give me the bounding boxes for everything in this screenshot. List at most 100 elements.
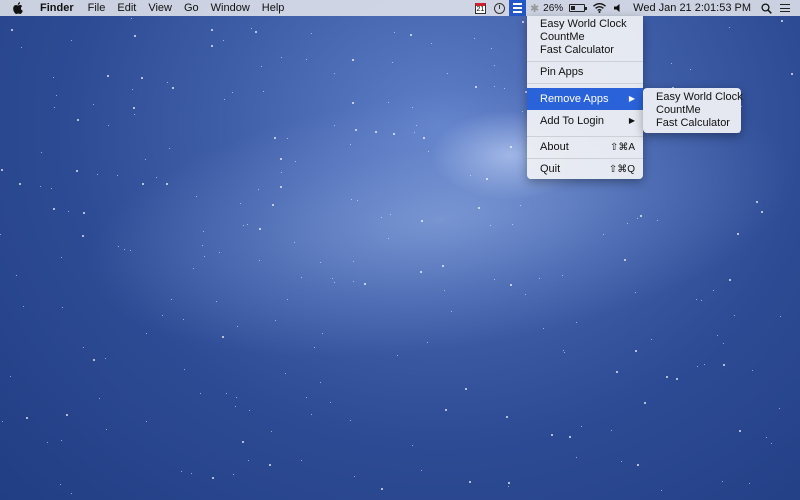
menu-file[interactable]: File (82, 0, 112, 16)
star (491, 48, 492, 49)
star (320, 382, 321, 383)
star (701, 300, 702, 301)
submenu-item-easy-world-clock[interactable]: Easy World Clock (643, 91, 743, 104)
star (334, 73, 335, 74)
star (301, 277, 302, 278)
star (723, 364, 725, 366)
menu-item-remove-apps[interactable]: Remove Apps ▶ (527, 88, 643, 110)
star (171, 299, 172, 300)
star (83, 212, 85, 214)
star (156, 177, 157, 178)
star (255, 31, 257, 33)
star (93, 359, 95, 361)
spotlight-icon[interactable] (757, 0, 776, 16)
star (184, 369, 185, 370)
menu-item-fast-calculator[interactable]: Fast Calculator (527, 44, 643, 57)
star (76, 170, 78, 172)
star (294, 242, 295, 243)
star (761, 211, 763, 213)
volume-icon[interactable] (610, 0, 627, 16)
star (259, 260, 260, 261)
star (352, 102, 354, 104)
menu-item-countme[interactable]: CountMe (527, 31, 643, 44)
star (330, 402, 331, 403)
star (779, 408, 780, 409)
app-dropdown-menu: Easy World Clock CountMe Fast Calculator… (527, 16, 643, 179)
star (375, 131, 377, 133)
star (412, 107, 413, 108)
star (314, 347, 315, 348)
menu-item-add-to-login[interactable]: Add To Login ▶ (527, 110, 643, 132)
star (364, 283, 366, 285)
star (77, 119, 79, 121)
star (226, 393, 227, 394)
star (40, 186, 41, 187)
date-time-clock[interactable]: Wed Jan 21 2:01:53 PM (627, 2, 757, 14)
star (563, 350, 564, 351)
star (392, 62, 393, 63)
star (107, 75, 109, 77)
menu-separator (527, 136, 643, 137)
star (211, 45, 213, 47)
apple-menu-icon[interactable] (0, 0, 34, 16)
menu-separator (527, 83, 643, 84)
star (232, 92, 233, 93)
menu-window[interactable]: Window (205, 0, 256, 16)
battery-percentage: 26% (543, 2, 564, 14)
star (394, 32, 395, 33)
star (576, 322, 577, 323)
submenu-item-fast-calculator[interactable]: Fast Calculator (643, 117, 741, 130)
star (62, 307, 63, 308)
star (427, 342, 428, 343)
menu-view[interactable]: View (142, 0, 178, 16)
calendar-icon[interactable]: 21 (471, 0, 490, 16)
star (172, 87, 174, 89)
star (258, 189, 259, 190)
star (146, 333, 147, 334)
star (512, 224, 513, 225)
star (354, 476, 355, 477)
menu-go[interactable]: Go (178, 0, 205, 16)
star (696, 299, 697, 300)
wifi-icon[interactable] (589, 0, 610, 16)
star (223, 40, 224, 41)
menu-item-easy-world-clock[interactable]: Easy World Clock (527, 18, 643, 31)
star (301, 460, 302, 461)
star (26, 417, 28, 419)
star (390, 214, 391, 215)
star (510, 146, 512, 148)
star (520, 205, 521, 206)
menu-help[interactable]: Help (256, 0, 291, 16)
star (431, 43, 432, 44)
star (661, 490, 662, 491)
star (486, 178, 488, 180)
star (196, 196, 197, 197)
star (132, 89, 133, 90)
star (249, 410, 250, 411)
menu-item-quit[interactable]: Quit ⇧⌘Q (527, 163, 643, 176)
star (285, 373, 286, 374)
star (475, 86, 477, 88)
star (478, 207, 480, 209)
notification-center-icon[interactable] (776, 0, 800, 16)
menu-item-pin-apps[interactable]: Pin Apps (527, 66, 643, 79)
star (311, 33, 312, 34)
star (490, 225, 491, 226)
about-label: About (540, 141, 569, 153)
menu-edit[interactable]: Edit (111, 0, 142, 16)
clock-icon[interactable] (490, 0, 509, 16)
star (280, 158, 282, 160)
star (83, 347, 84, 348)
star (235, 406, 236, 407)
app-name-menu[interactable]: Finder (34, 0, 82, 16)
star (21, 47, 22, 48)
star (1, 169, 3, 171)
battery-icon[interactable] (565, 0, 589, 16)
submenu-item-countme[interactable]: CountMe (643, 104, 741, 117)
menu-app-icon[interactable] (508, 0, 526, 16)
menu-separator (527, 61, 643, 62)
menu-item-about[interactable]: About ⇧⌘A (527, 141, 643, 154)
star (729, 279, 731, 281)
bluetooth-icon[interactable]: ✱ (526, 0, 543, 16)
star (133, 107, 135, 109)
